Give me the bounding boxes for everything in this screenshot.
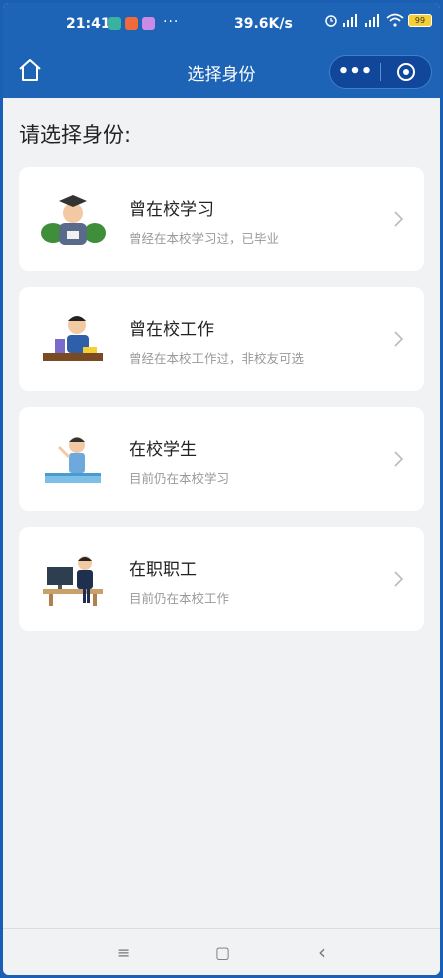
- close-button[interactable]: [381, 63, 431, 81]
- signal-icon: [343, 13, 357, 27]
- student-illustration: [45, 437, 101, 483]
- close-circle-icon: [397, 63, 415, 81]
- card-subtitle: 目前仍在本校工作: [129, 591, 230, 606]
- identity-card-graduate[interactable]: 曾在校学习 曾经在本校学习过，已毕业: [19, 167, 424, 271]
- graduate-illustration: [41, 195, 106, 245]
- gallery-app-icon: [142, 17, 155, 30]
- chevron-right-icon: [394, 451, 404, 467]
- card-title: 曾在校学习: [129, 200, 214, 220]
- nav-bar: 选择身份 •••: [3, 41, 440, 98]
- more-button[interactable]: •••: [330, 56, 380, 88]
- network-speed: 39.6K/s: [234, 16, 293, 32]
- home-square-icon[interactable]: ▢: [215, 943, 230, 962]
- card-title: 曾在校工作: [129, 320, 214, 340]
- mini-program-capsule: •••: [329, 55, 432, 89]
- staff-computer-illustration: [43, 556, 103, 606]
- status-bar: 21:41 ··· 39.6K/s 99: [3, 3, 440, 41]
- card-subtitle: 目前仍在本校学习: [129, 471, 230, 486]
- security-app-icon: [108, 17, 121, 30]
- chevron-right-icon: [394, 571, 404, 587]
- card-subtitle: 曾经在本校工作过，非校友可选: [129, 351, 305, 366]
- battery-icon: 99: [408, 13, 432, 27]
- card-title: 在校学生: [129, 440, 197, 460]
- teacher-desk-illustration: [43, 316, 103, 361]
- signal-icon-2: [365, 13, 379, 27]
- back-icon[interactable]: ‹: [318, 940, 326, 964]
- menu-icon[interactable]: ≡: [117, 943, 130, 962]
- top-bar: 21:41 ··· 39.6K/s 99 选择身份 •••: [3, 3, 440, 98]
- system-navigation-bar: ≡ ▢ ‹: [3, 928, 440, 975]
- chevron-right-icon: [394, 211, 404, 227]
- calendar-app-icon: [125, 17, 138, 30]
- identity-card-current-student[interactable]: 在校学生 目前仍在本校学习: [19, 407, 424, 511]
- chevron-right-icon: [394, 331, 404, 347]
- app-frame: 21:41 ··· 39.6K/s 99 选择身份 ••• 请选择身份: 曾在校…: [3, 3, 440, 975]
- more-notifications-icon: ···: [163, 14, 180, 30]
- section-heading: 请选择身份:: [19, 123, 132, 147]
- card-subtitle: 曾经在本校学习过，已毕业: [129, 231, 280, 246]
- alarm-icon: [325, 15, 337, 27]
- identity-card-former-staff[interactable]: 曾在校工作 曾经在本校工作过，非校友可选: [19, 287, 424, 391]
- status-time: 21:41: [66, 16, 111, 32]
- identity-card-current-staff[interactable]: 在职职工 目前仍在本校工作: [19, 527, 424, 631]
- card-title: 在职职工: [129, 560, 197, 580]
- wifi-icon: [386, 13, 404, 27]
- status-icons: 99: [324, 13, 432, 27]
